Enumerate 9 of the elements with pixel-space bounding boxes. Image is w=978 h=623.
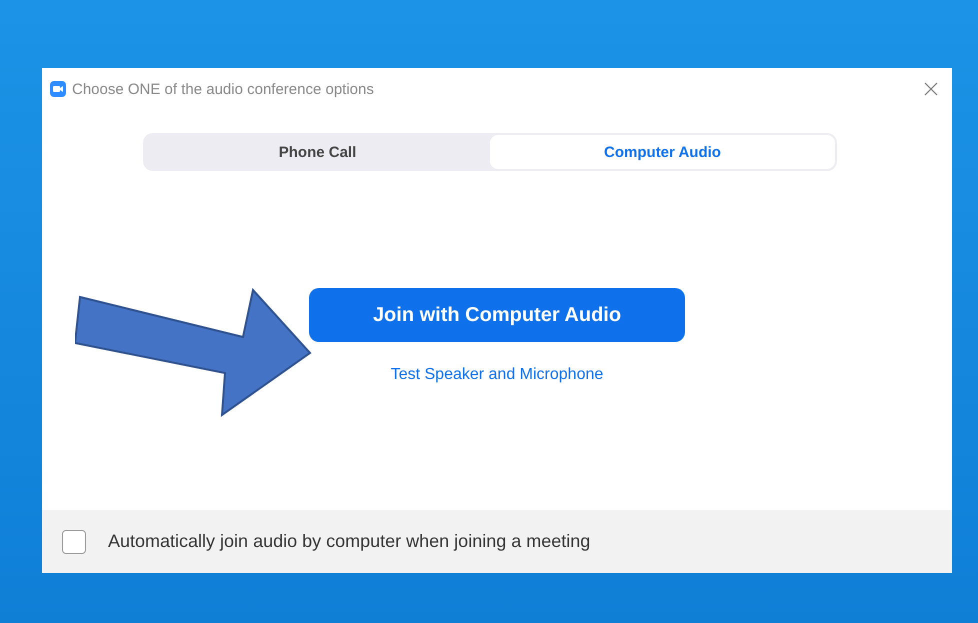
test-audio-link[interactable]: Test Speaker and Microphone	[390, 366, 604, 384]
join-audio-button[interactable]: Join with Computer Audio	[309, 288, 685, 342]
window-title: Choose ONE of the audio conference options	[72, 80, 375, 98]
checkbox[interactable]	[62, 530, 86, 554]
camera-icon	[50, 81, 66, 97]
checkbox-label: Automatically join audio by computer when joining a meeting	[108, 531, 590, 552]
close-icon[interactable]	[924, 82, 938, 96]
tab[interactable]: Computer Audio	[490, 135, 835, 169]
tab[interactable]: Phone Call	[145, 135, 490, 169]
